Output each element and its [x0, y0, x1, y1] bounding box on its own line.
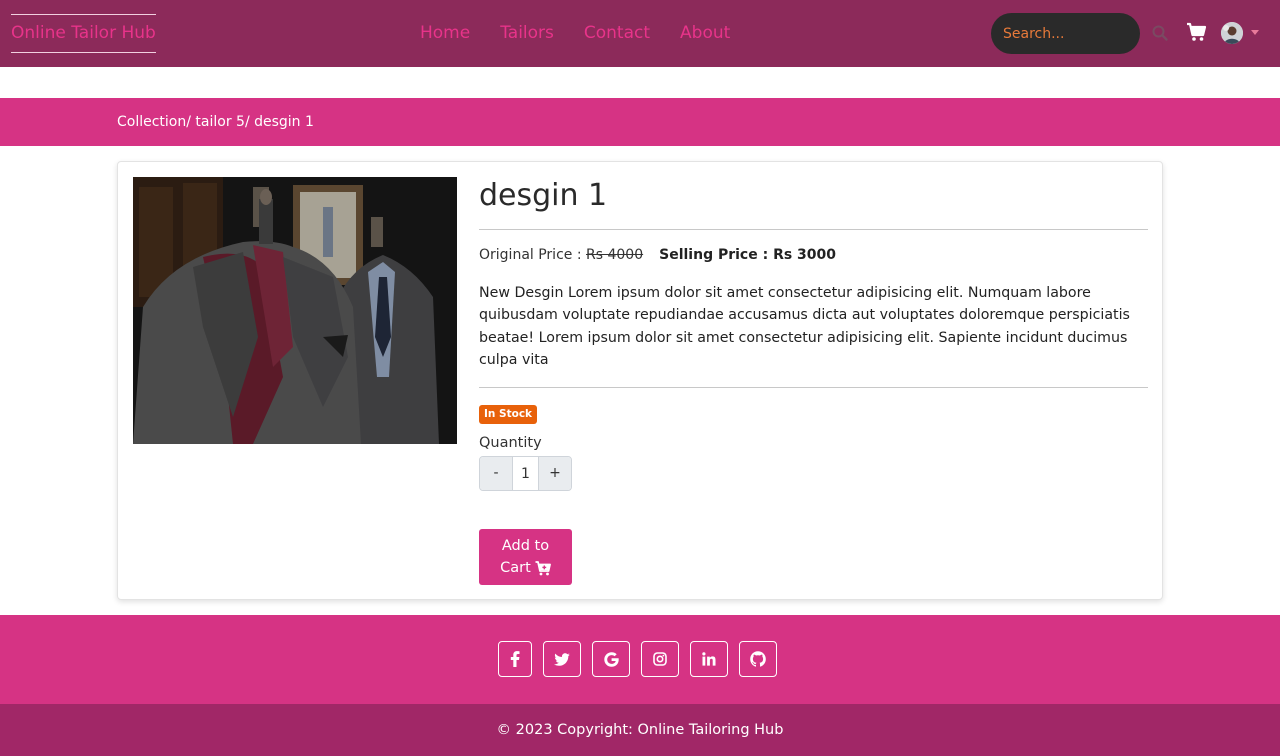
- quantity-stepper: - +: [479, 456, 572, 491]
- cart-plus-icon: [535, 560, 551, 575]
- add-to-cart-label-line1: Add to: [501, 538, 550, 554]
- original-price: Rs 4000: [586, 247, 644, 263]
- product-title: desgin 1: [479, 178, 608, 213]
- github-icon[interactable]: [739, 641, 777, 677]
- breadcrumb: Collection/ tailor 5/ desgin 1: [117, 114, 314, 130]
- add-to-cart-button[interactable]: Add to Cart: [479, 529, 572, 585]
- nav-links: Home Tailors Contact About: [420, 21, 760, 45]
- copyright-text: © 2023 Copyright: Online Tailoring Hub: [496, 722, 784, 738]
- search-icon[interactable]: [1151, 24, 1169, 42]
- footer-copyright-bar: © 2023 Copyright: Online Tailoring Hub: [0, 704, 1280, 756]
- avatar[interactable]: [1221, 22, 1243, 44]
- social-links: [498, 641, 788, 677]
- facebook-icon[interactable]: [498, 641, 532, 677]
- quantity-label: Quantity: [479, 435, 542, 451]
- instagram-icon[interactable]: [641, 641, 679, 677]
- nav-link-about[interactable]: About: [680, 21, 730, 45]
- quantity-input[interactable]: [512, 457, 539, 490]
- linkedin-icon[interactable]: [690, 641, 728, 677]
- product-description: New Desgin Lorem ipsum dolor sit amet co…: [479, 285, 1130, 368]
- divider: [479, 387, 1148, 388]
- product-image: [133, 177, 457, 444]
- search-input[interactable]: [991, 13, 1140, 54]
- original-price-label: Original Price :: [479, 247, 587, 263]
- decrement-button[interactable]: -: [480, 457, 512, 490]
- product-card: desgin 1 Original Price : Rs 4000 Selling…: [117, 161, 1163, 600]
- suit-mannequin-image: [133, 177, 457, 444]
- price-row: Original Price : Rs 4000 Selling Price : …: [479, 245, 836, 265]
- add-to-cart-label-line2: Cart: [500, 560, 531, 576]
- status-badge: In Stock: [479, 405, 538, 424]
- brand-logo[interactable]: Online Tailor Hub: [11, 14, 156, 53]
- divider: [479, 229, 1148, 230]
- footer-social-bar: [0, 615, 1280, 704]
- google-icon[interactable]: [592, 641, 630, 677]
- avatar-image: [1221, 22, 1243, 44]
- chevron-down-icon[interactable]: [1251, 30, 1259, 35]
- increment-button[interactable]: +: [539, 457, 571, 490]
- breadcrumb-bar: Collection/ tailor 5/ desgin 1: [0, 98, 1280, 146]
- nav-link-contact[interactable]: Contact: [584, 21, 650, 45]
- navbar: Online Tailor Hub Home Tailors Contact A…: [0, 0, 1280, 67]
- selling-price: Selling Price : Rs 3000: [659, 247, 837, 263]
- nav-link-home[interactable]: Home: [420, 21, 470, 45]
- cart-icon[interactable]: [1186, 22, 1207, 43]
- twitter-icon[interactable]: [543, 641, 581, 677]
- add-to-cart-label-line2-wrap: Cart: [500, 557, 551, 579]
- nav-link-tailors[interactable]: Tailors: [500, 21, 554, 45]
